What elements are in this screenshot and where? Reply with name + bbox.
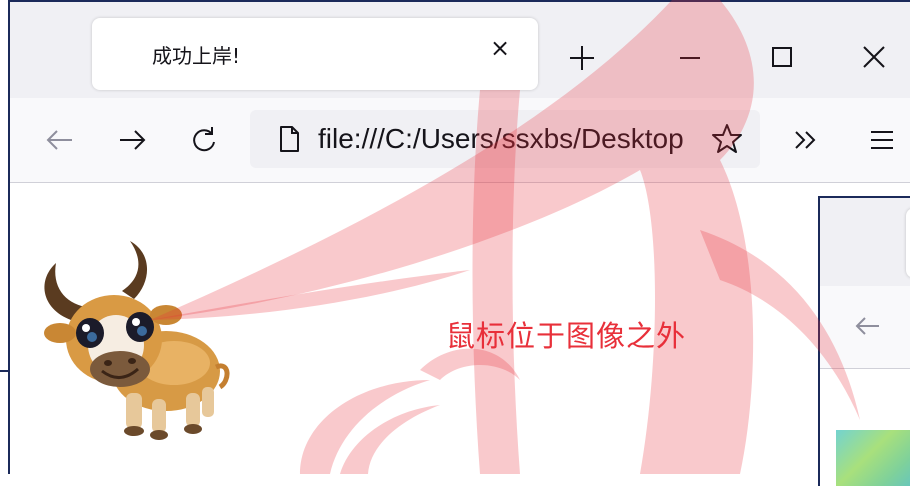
document-icon bbox=[270, 120, 308, 158]
background-tab-strip bbox=[820, 198, 910, 286]
close-icon[interactable] bbox=[854, 36, 894, 76]
tab-close-icon[interactable]: × bbox=[486, 34, 514, 62]
page-content: 鼠标位于图像之外 bbox=[10, 183, 910, 474]
background-arrow-left-icon[interactable] bbox=[850, 308, 886, 344]
window-edge-fragment bbox=[0, 370, 10, 372]
url-bar[interactable]: file:///C:/Users/ssxbs/Desktop bbox=[250, 110, 760, 168]
nav-toolbar: file:///C:/Users/ssxbs/Desktop bbox=[10, 98, 910, 183]
arrow-left-icon[interactable] bbox=[40, 120, 80, 160]
background-tab[interactable] bbox=[906, 208, 910, 278]
tab-title: 成功上岸! bbox=[152, 44, 241, 68]
browser-window: 成功上岸! × file:///C:/Users/ssxbs/Desktop 鼠… bbox=[8, 0, 910, 474]
hamburger-icon[interactable] bbox=[862, 120, 902, 160]
background-nav-toolbar bbox=[820, 286, 910, 369]
hover-status-text: 鼠标位于图像之外 bbox=[446, 319, 687, 353]
reload-icon[interactable] bbox=[184, 120, 224, 160]
tab-active[interactable]: 成功上岸! × bbox=[92, 18, 538, 90]
tab-strip: 成功上岸! × bbox=[10, 2, 910, 98]
star-icon[interactable] bbox=[708, 120, 746, 158]
url-text[interactable]: file:///C:/Users/ssxbs/Desktop bbox=[318, 123, 700, 155]
chevron-double-right-icon[interactable] bbox=[786, 120, 826, 160]
plus-icon[interactable] bbox=[562, 38, 602, 78]
minimize-icon[interactable] bbox=[670, 36, 710, 76]
background-map-image bbox=[836, 430, 910, 486]
arrow-right-icon[interactable] bbox=[112, 120, 152, 160]
maximize-icon[interactable] bbox=[762, 36, 802, 76]
cow-image[interactable] bbox=[34, 241, 234, 441]
background-browser-window[interactable] bbox=[818, 196, 910, 486]
